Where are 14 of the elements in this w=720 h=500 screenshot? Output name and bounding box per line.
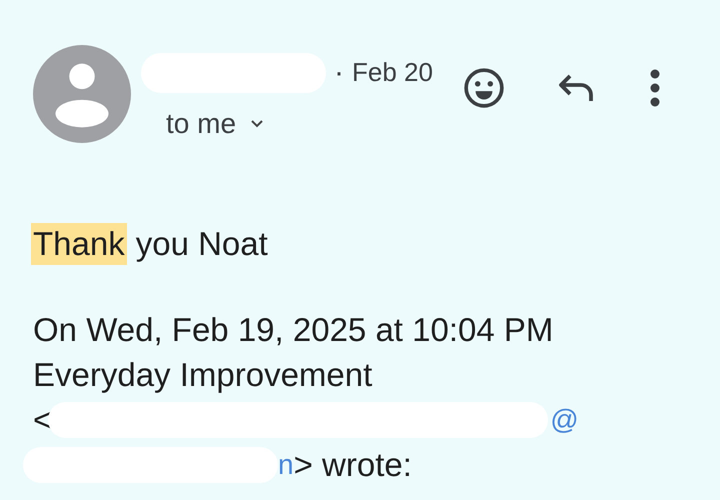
highlighted-word: Thank (31, 223, 127, 265)
sender-name: Everyday Improvement (33, 355, 374, 395)
emoji-icon[interactable] (462, 67, 505, 109)
email-link[interactable]: @ (550, 404, 579, 436)
more-icon[interactable] (648, 68, 661, 108)
recipient-dropdown[interactable]: to me (166, 108, 264, 140)
quote-intro: On Wed, Feb 19, 2025 at 10:04 PM (33, 310, 554, 350)
separator-dot: · (334, 56, 344, 90)
greeting-text: you Noat (136, 224, 268, 264)
chevron-icon (250, 119, 264, 129)
email-date: Feb 20 (352, 57, 433, 88)
email-link[interactable]: n (278, 448, 294, 480)
wrote-text: > wrote: (294, 445, 412, 485)
avatar-icon (33, 45, 131, 143)
